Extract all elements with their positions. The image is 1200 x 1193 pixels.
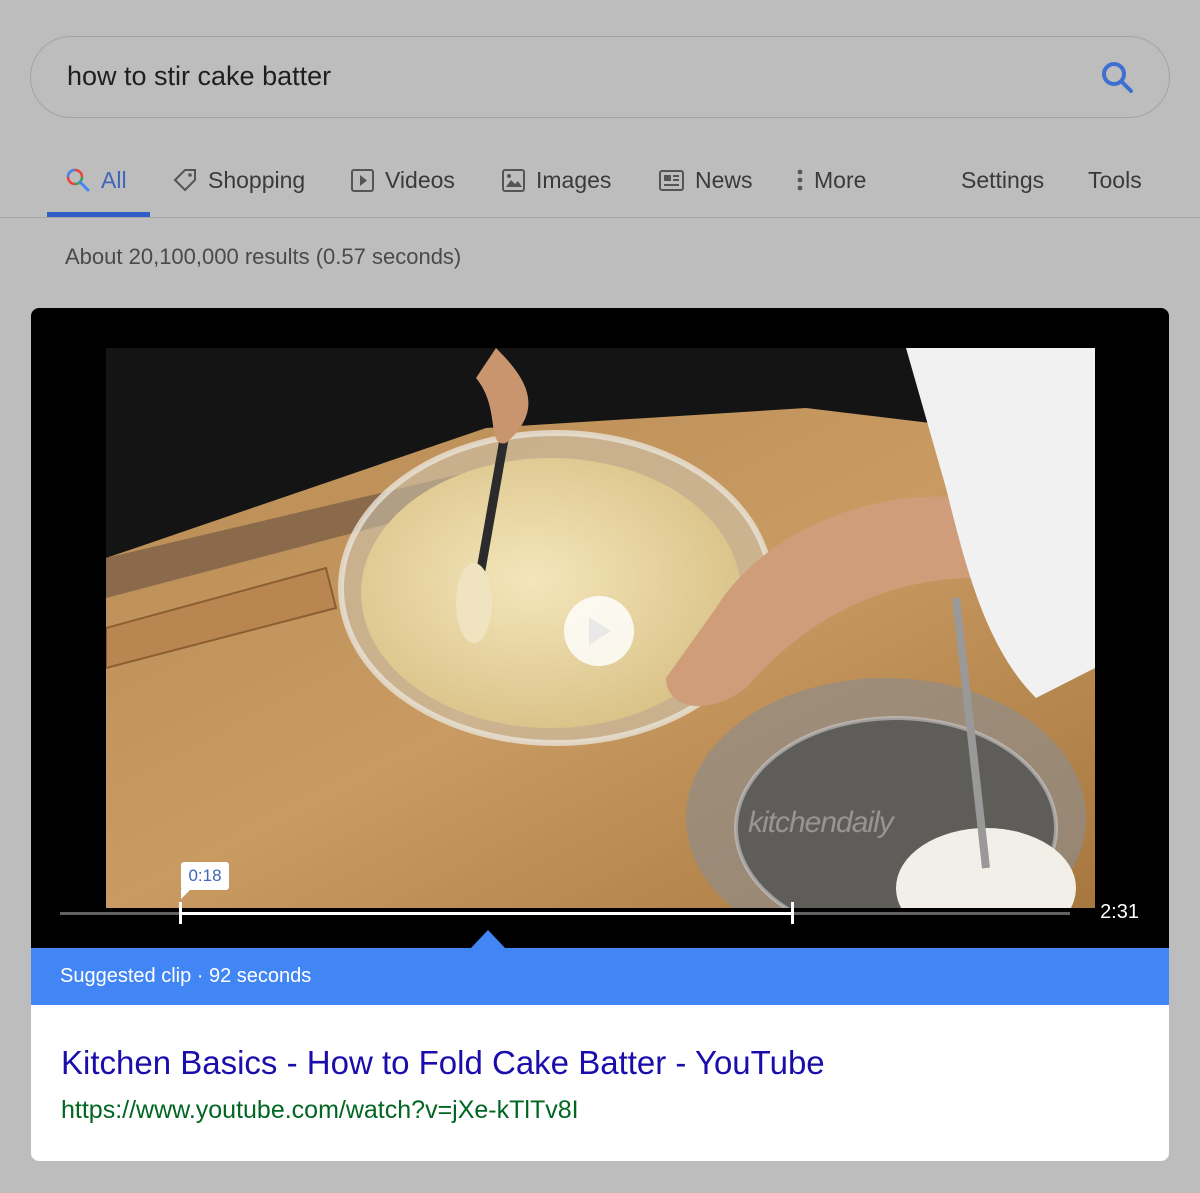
tag-icon — [173, 168, 196, 191]
tab-all[interactable]: All — [65, 160, 127, 200]
tab-tools[interactable]: Tools — [1088, 160, 1142, 200]
image-icon — [502, 168, 525, 192]
play-icon — [589, 617, 611, 645]
tab-more-label: More — [814, 166, 867, 193]
active-tab-indicator — [47, 212, 150, 217]
search-button[interactable] — [1097, 57, 1139, 99]
result-title-link[interactable]: Kitchen Basics - How to Fold Cake Batter… — [61, 1044, 825, 1082]
video-timeline[interactable] — [60, 902, 1070, 924]
tab-shopping-label: Shopping — [208, 166, 306, 193]
tab-settings[interactable]: Settings — [961, 160, 1044, 200]
video-watermark: kitchendaily — [748, 806, 894, 839]
search-tabs: All Shopping Videos Images News More Set… — [0, 150, 1200, 218]
play-button[interactable] — [564, 596, 634, 666]
suggested-clip-range — [181, 912, 793, 915]
tab-settings-label: Settings — [961, 166, 1045, 193]
result-url: https://www.youtube.com/watch?v=jXe-kTlT… — [61, 1096, 579, 1124]
tab-images[interactable]: Images — [501, 160, 611, 200]
clip-start-time: 0:18 — [181, 862, 229, 899]
tab-news[interactable]: News — [658, 160, 753, 200]
search-icon — [66, 168, 90, 192]
search-input[interactable]: how to stir cake batter — [67, 61, 331, 92]
search-bar[interactable]: how to stir cake batter — [30, 36, 1170, 118]
tab-videos[interactable]: Videos — [350, 160, 455, 200]
video-duration: 2:31 — [1100, 901, 1139, 923]
suggested-clip-bar: Suggested clip · 92 seconds — [31, 948, 1169, 1005]
results-stats: About 20,100,000 results (0.57 seconds) — [65, 244, 462, 269]
featured-video-card: 0:18 2:31 Suggested clip · 92 seconds Ki… — [31, 308, 1169, 1161]
clip-pointer — [471, 930, 505, 948]
tab-shopping[interactable]: Shopping — [171, 160, 305, 200]
clip-end-marker[interactable] — [791, 902, 794, 924]
tab-more[interactable]: More — [796, 160, 866, 200]
tab-videos-label: Videos — [385, 166, 455, 193]
video-player[interactable]: 0:18 2:31 — [31, 308, 1169, 948]
tab-tools-label: Tools — [1088, 166, 1142, 193]
tab-news-label: News — [695, 166, 753, 193]
tab-images-label: Images — [536, 166, 612, 193]
vertical-dots-icon — [797, 169, 803, 191]
play-box-icon — [351, 168, 374, 192]
clip-start-marker[interactable] — [179, 902, 182, 924]
tab-all-label: All — [101, 166, 127, 193]
newspaper-icon — [659, 169, 684, 191]
search-icon — [1102, 62, 1133, 93]
